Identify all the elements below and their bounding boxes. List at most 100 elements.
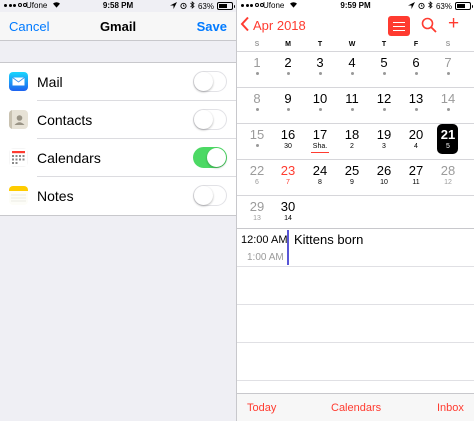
day-cell[interactable]: 27 11 [400, 159, 432, 195]
calendars-toggle[interactable] [193, 147, 227, 168]
contacts-toggle[interactable] [193, 109, 227, 130]
day-cell[interactable]: 8 [241, 87, 273, 123]
mail-row: Mail [0, 63, 236, 101]
lunar-day-label: 11 [412, 179, 420, 186]
event-dot [350, 72, 354, 75]
weekday-label: F [413, 41, 419, 48]
lunar-day-label: 5 [446, 143, 450, 150]
event-dot [350, 108, 354, 111]
event-color-bar [287, 230, 289, 265]
weekday-label: S [445, 41, 451, 48]
settings-screen: Ufone 9:58 PM 63% Cancel Gmail Save Mail [0, 0, 236, 421]
day-cell[interactable]: 12 [368, 87, 400, 123]
day-cell[interactable]: 1 [241, 51, 273, 87]
today-button[interactable]: Today [247, 402, 276, 414]
day-number: 1 [253, 55, 261, 70]
status-bar-right: Ufone 9:59 PM 63% [237, 0, 474, 12]
day-number: 4 [348, 55, 356, 70]
day-cell[interactable]: 5 [368, 51, 400, 87]
toggle-knob [194, 110, 213, 129]
alarm-icon [180, 2, 187, 11]
day-number: 2 [284, 55, 292, 70]
lunar-day-label: 9 [350, 179, 354, 186]
hour-label: 1:00 AM [247, 252, 284, 263]
day-number: 28 [440, 163, 456, 178]
day-cell[interactable]: 28 12 [432, 159, 464, 195]
holiday-underline [311, 152, 329, 153]
battery-icon [455, 2, 473, 10]
event-dot [255, 72, 259, 75]
day-cell[interactable]: 4 [336, 51, 368, 87]
weekday-label: M [285, 41, 291, 48]
account-services-list: Mail Contacts Calendars Notes [0, 62, 236, 216]
day-cell[interactable]: 30 14 [272, 195, 304, 231]
day-cell[interactable]: 10 [304, 87, 336, 123]
day-number: 7 [444, 55, 452, 70]
day-number: 21 [440, 127, 456, 142]
day-cell[interactable]: 2 [272, 51, 304, 87]
back-to-month-button[interactable]: Apr 2018 [253, 18, 306, 33]
event-dot [255, 108, 259, 111]
calendars-button[interactable]: Calendars [331, 402, 381, 414]
battery-icon [217, 2, 235, 10]
save-button[interactable]: Save [197, 19, 227, 34]
location-icon [169, 1, 177, 11]
lunar-day-label: 10 [380, 179, 388, 186]
day-cell[interactable]: 23 7 [272, 159, 304, 195]
add-event-button[interactable]: + [448, 13, 459, 35]
notes-toggle[interactable] [193, 185, 227, 206]
nav-bar: Cancel Gmail Save [0, 12, 236, 41]
day-cell[interactable]: 11 [336, 87, 368, 123]
lunar-day-label: 13 [253, 215, 261, 222]
day-cell[interactable]: 25 9 [336, 159, 368, 195]
day-cell[interactable]: 3 [304, 51, 336, 87]
list-view-button[interactable] [388, 16, 410, 36]
event-dot [286, 108, 290, 111]
day-cell[interactable]: 22 6 [241, 159, 273, 195]
day-cell[interactable]: 29 13 [241, 195, 273, 231]
day-number: 30 [280, 199, 296, 214]
status-bar-left: Ufone 9:58 PM 63% [0, 0, 236, 12]
lunar-day-label: 14 [284, 215, 292, 222]
notes-row: Notes [0, 177, 236, 215]
mail-toggle[interactable] [193, 71, 227, 92]
mail-label: Mail [37, 74, 63, 90]
lunar-day-label: 2 [350, 143, 354, 150]
day-cell[interactable]: 6 [400, 51, 432, 87]
day-number: 3 [316, 55, 324, 70]
day-cell[interactable]: 17 Sha. [304, 123, 336, 159]
day-number: 26 [376, 163, 392, 178]
lunar-day-label: 6 [255, 179, 259, 186]
calendars-row: Calendars [0, 139, 236, 177]
event-dot [382, 108, 386, 111]
contacts-icon [9, 110, 28, 129]
mail-icon [9, 72, 28, 91]
back-chevron-icon[interactable] [240, 16, 250, 37]
day-cell[interactable]: 21 5 [432, 123, 464, 159]
day-cell[interactable]: 24 8 [304, 159, 336, 195]
search-icon[interactable] [421, 17, 437, 38]
lunar-day-label: 7 [286, 179, 290, 186]
day-number: 15 [249, 127, 265, 142]
toggle-knob [194, 186, 213, 205]
day-cell[interactable]: 14 [432, 87, 464, 123]
day-cell[interactable]: 16 30 [272, 123, 304, 159]
battery-percent: 63% [197, 1, 214, 11]
day-cell[interactable]: 9 [272, 87, 304, 123]
contacts-label: Contacts [37, 112, 93, 128]
alarm-icon [418, 2, 425, 11]
day-cell[interactable]: 20 4 [400, 123, 432, 159]
day-number: 18 [344, 127, 360, 142]
day-cell[interactable]: 19 3 [368, 123, 400, 159]
event-dot [255, 144, 259, 147]
event-title[interactable]: Kittens born [294, 232, 363, 247]
day-cell[interactable]: 15 [241, 123, 273, 159]
day-cell[interactable]: 7 [432, 51, 464, 87]
inbox-button[interactable]: Inbox [437, 402, 464, 414]
day-number: 17 [312, 127, 328, 142]
weekday-label: S [254, 41, 260, 48]
day-cell[interactable]: 26 10 [368, 159, 400, 195]
day-cell[interactable]: 18 2 [336, 123, 368, 159]
weekday-label: T [381, 41, 387, 48]
day-cell[interactable]: 13 [400, 87, 432, 123]
